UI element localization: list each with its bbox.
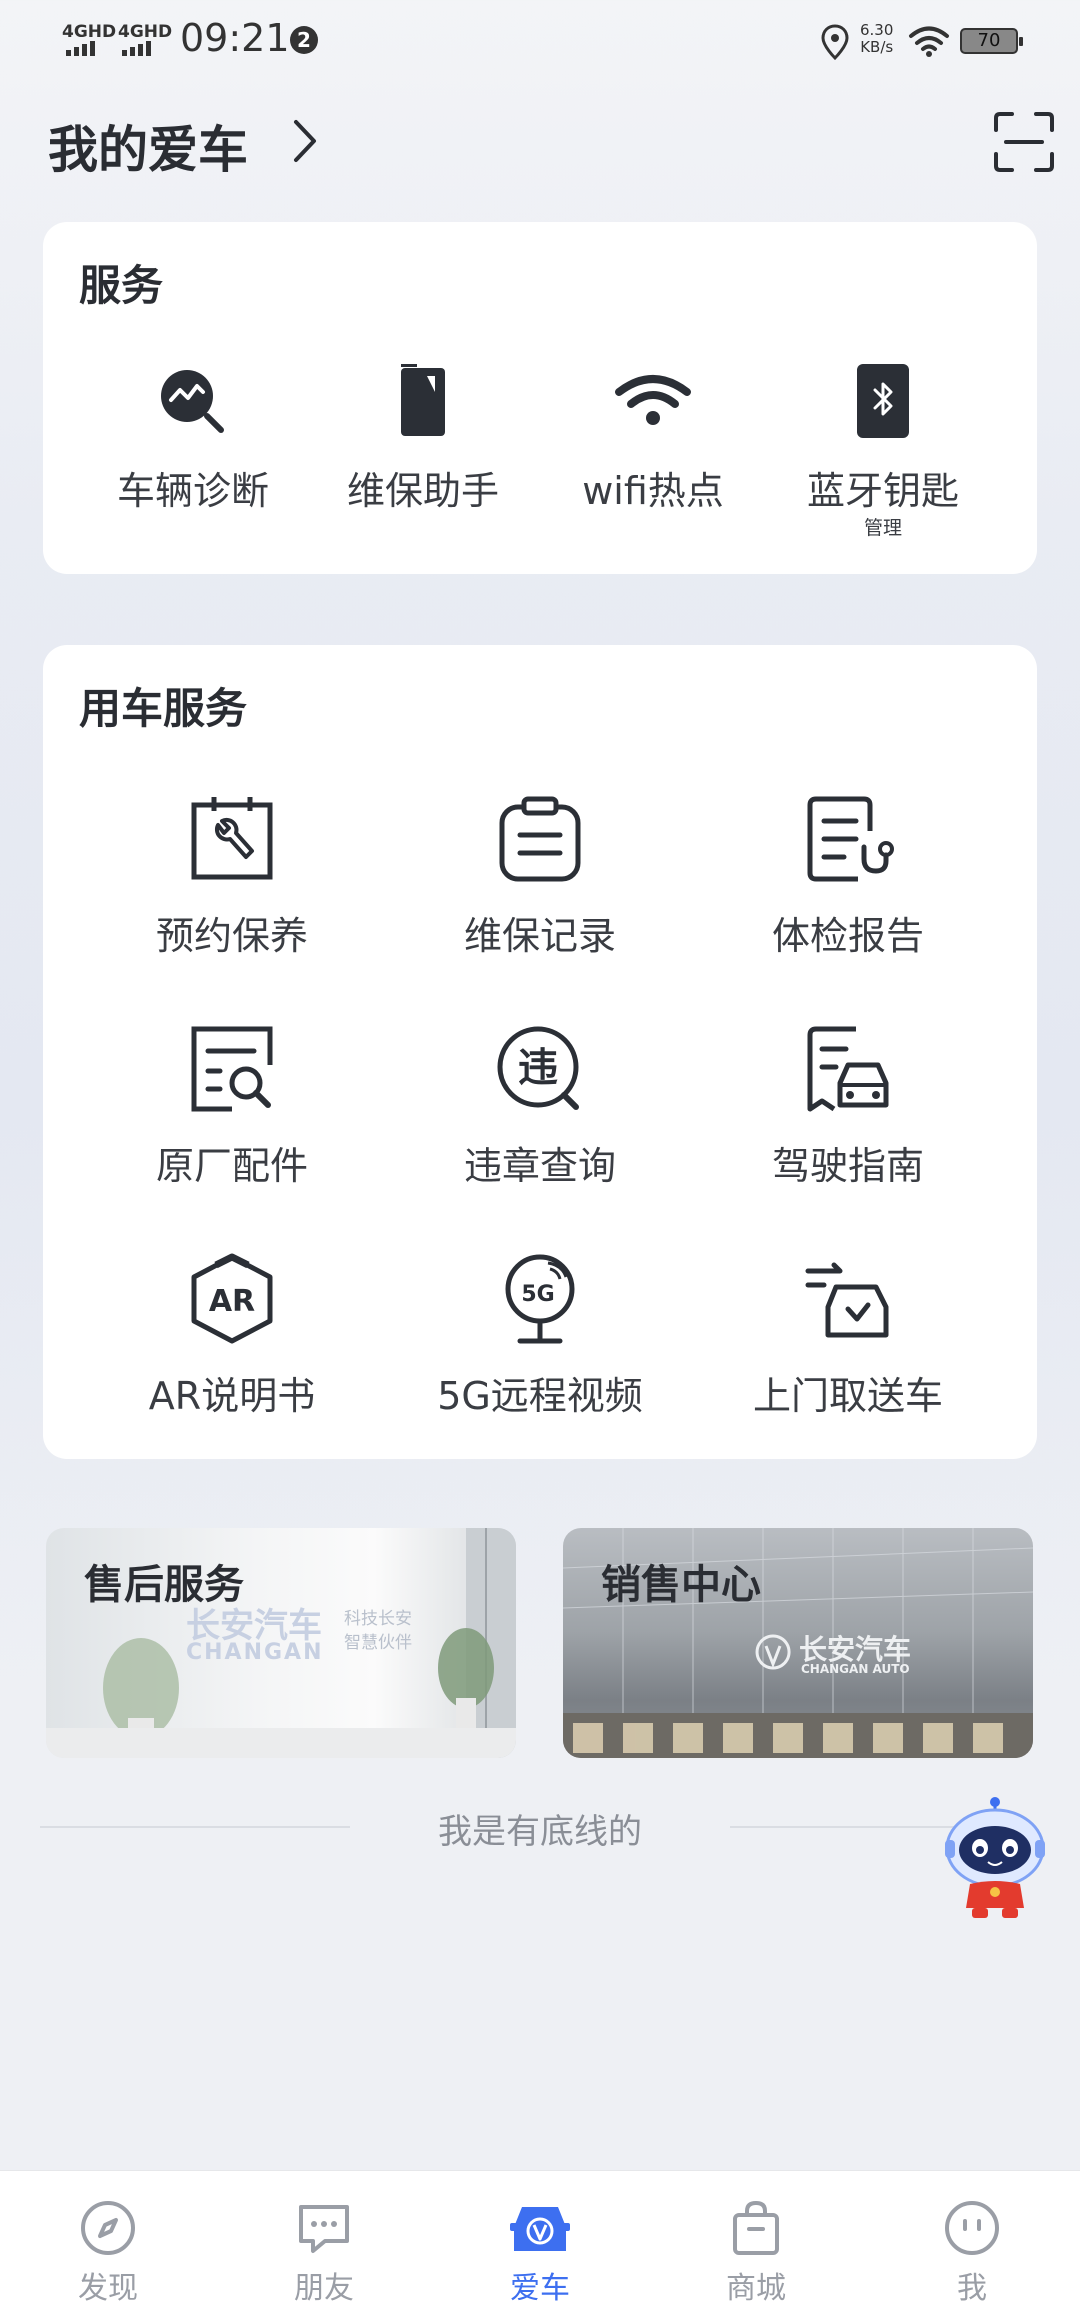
maintenance-assistant-icon (401, 364, 445, 436)
service-label: wifi热点 (582, 469, 724, 513)
location-icon (821, 24, 849, 60)
service-maintenance-assistant[interactable]: 维保助手 (313, 362, 533, 515)
tab-label: 我 (957, 2271, 987, 2306)
service-inspection-report[interactable]: 体检报告 (698, 791, 998, 960)
bottom-tab-bar: 发现 朋友 爱车 商城 我 (0, 2170, 1080, 2317)
service-label: 维保记录 (463, 914, 616, 958)
violation-search-icon: 违 (497, 1026, 579, 1110)
service-card-title: 服务 (79, 261, 164, 310)
service-vehicle-diagnosis[interactable]: 车辆诊断 (83, 362, 303, 515)
signal-label-1: 4GHD (62, 22, 117, 42)
tab-mall[interactable]: 商城 (648, 2171, 864, 2317)
tab-discover[interactable]: 发现 (0, 2171, 216, 2317)
service-label: 5G远程视频 (437, 1374, 643, 1418)
net-speed-value: 6.30 (860, 21, 894, 39)
service-maintenance-booking[interactable]: 预约保养 (82, 791, 382, 960)
service-label: 驾驶指南 (771, 1144, 924, 1188)
bluetooth-key-icon (857, 364, 909, 438)
sales-center-banner[interactable]: 销售中心 长安汽车 CHANGAN AUTO (563, 1528, 1033, 1758)
tab-my-car[interactable]: 爱车 (432, 2171, 648, 2317)
assistant-robot-icon[interactable] (940, 1796, 1050, 1922)
tab-friends[interactable]: 朋友 (216, 2171, 432, 2317)
scan-icon[interactable] (992, 110, 1056, 174)
driving-guide-icon (807, 1026, 889, 1112)
service-ar-manual[interactable]: AR AR说明书 (82, 1251, 382, 1420)
status-time: 09:21 (180, 16, 290, 60)
service-5g-remote-video[interactable]: 5G 5G远程视频 (390, 1251, 690, 1420)
service-label: 蓝牙钥匙 (806, 469, 959, 513)
end-of-list-note: 我是有底线的 (438, 1812, 642, 1852)
tab-label: 发现 (78, 2271, 138, 2306)
service-label: 预约保养 (155, 914, 308, 958)
battery-indicator: 70 (960, 28, 1023, 54)
diagnosis-icon (161, 370, 224, 433)
service-maintenance-records[interactable]: 维保记录 (390, 791, 690, 960)
service-wifi-hotspot[interactable]: wifi热点 (543, 362, 763, 515)
compass-icon (81, 2201, 135, 2255)
svg-text:AR: AR (209, 1284, 255, 1319)
tab-label: 商城 (726, 2271, 786, 2306)
service-violation-query[interactable]: 违 违章查询 (390, 1021, 690, 1190)
tab-label: 朋友 (294, 2271, 354, 2306)
service-genuine-parts[interactable]: 原厂配件 (82, 1021, 382, 1190)
sales-center-title: 销售中心 (601, 1562, 761, 1608)
net-speed: 6.30 KB/s (860, 22, 893, 56)
service-label: 原厂配件 (155, 1144, 308, 1188)
wifi-icon (615, 375, 691, 425)
signal-label-2: 4GHD (118, 22, 173, 42)
page-header: 我的爱车 (0, 100, 1080, 190)
chevron-right-icon[interactable] (290, 118, 320, 164)
signal-bars-icon (66, 41, 95, 56)
page-title[interactable]: 我的爱车 (48, 110, 248, 182)
clipboard-icon (499, 796, 581, 882)
sales-brand-en: CHANGAN AUTO (801, 1662, 910, 1676)
status-bar: 4GHD 4GHD 09:21 2 6.30 KB/s 70 (0, 0, 1080, 80)
service-label: AR说明书 (148, 1374, 316, 1418)
after-sales-slogan-2: 智慧伙伴 (344, 1633, 412, 1653)
car-icon (510, 2207, 570, 2251)
service-label: 体检报告 (771, 914, 924, 958)
service-label: 上门取送车 (752, 1374, 943, 1418)
5g-camera-icon: 5G (505, 1254, 575, 1344)
calendar-wrench-icon (191, 797, 273, 880)
service-label: 违章查询 (463, 1144, 616, 1188)
service-label: 维保助手 (346, 469, 499, 513)
tab-label: 爱车 (510, 2271, 570, 2306)
car-service-card-title: 用车服务 (79, 684, 248, 733)
signal-bars-icon (122, 41, 151, 56)
chat-icon (299, 2205, 349, 2253)
svg-text:5G: 5G (521, 1282, 554, 1307)
after-sales-slogan-1: 科技长安 (344, 1609, 412, 1629)
svg-text:违: 违 (518, 1045, 558, 1091)
after-sales-brand-en: CHANGAN (186, 1640, 324, 1665)
car-service-card: 用车服务 预约保养 维保记录 体检报告 原厂配件 违 违章查询 驾驶指南 AR … (43, 645, 1037, 1459)
net-speed-unit: KB/s (860, 38, 894, 56)
document-search-icon (191, 1026, 273, 1112)
service-driving-guide[interactable]: 驾驶指南 (698, 1021, 998, 1190)
notification-count-badge: 2 (290, 26, 318, 54)
service-card: 服务 车辆诊断 维保助手 wifi热点 蓝牙钥匙 管理 (43, 222, 1037, 574)
tab-me[interactable]: 我 (864, 2171, 1080, 2317)
service-sublabel: 管理 (863, 517, 902, 539)
ar-cube-icon: AR (191, 1253, 273, 1344)
service-car-pickup[interactable]: 上门取送车 (698, 1251, 998, 1420)
service-bluetooth-key[interactable]: 蓝牙钥匙 管理 (773, 362, 993, 540)
profile-face-icon (945, 2201, 999, 2255)
service-label: 车辆诊断 (116, 469, 269, 513)
car-pickup-icon (805, 1262, 889, 1338)
report-stethoscope-icon (807, 796, 894, 882)
shopping-bag-icon (733, 2200, 779, 2255)
after-sales-banner[interactable]: 售后服务 长安汽车 CHANGAN 科技长安 智慧伙伴 (46, 1528, 516, 1758)
wifi-status-icon (909, 26, 949, 57)
